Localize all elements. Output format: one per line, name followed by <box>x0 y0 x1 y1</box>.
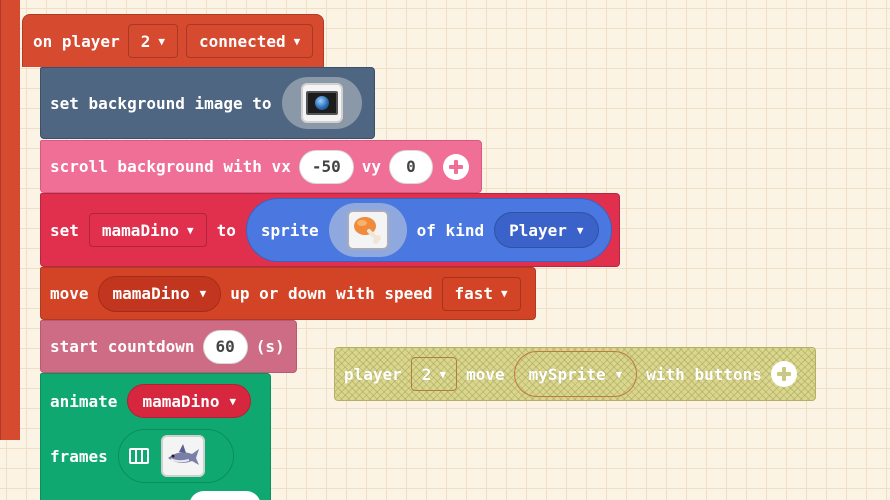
start-countdown-block[interactable]: start countdown 60 (s) <box>40 320 297 373</box>
caret-down-icon: ▼ <box>501 287 508 300</box>
caret-down-icon: ▼ <box>199 287 207 300</box>
move-with-buttons-block-disabled[interactable]: player 2 ▼ move mySprite ▼ with buttons <box>334 347 816 401</box>
on-player-connected-block[interactable]: on player 2 ▼ connected ▼ <box>22 14 324 67</box>
vy-input[interactable]: 0 <box>389 149 433 184</box>
event-block-arm <box>0 0 20 440</box>
start-countdown-label: start countdown <box>50 337 195 356</box>
animate-label: animate <box>50 391 118 411</box>
ghost-move-label: move <box>466 364 505 384</box>
seconds-unit-label: (s) <box>255 337 285 356</box>
sprite-variable-value: mamaDino <box>101 220 179 240</box>
caret-down-icon: ▼ <box>615 367 623 381</box>
ghost-player-value: 2 <box>421 364 432 384</box>
expand-plus-icon[interactable] <box>770 361 797 387</box>
ghost-sprite-dropdown[interactable]: mySprite ▼ <box>513 351 638 397</box>
set-background-label: set background image to <box>50 93 272 113</box>
create-sprite-expression[interactable]: sprite of kind Player ▼ <box>245 198 612 262</box>
film-strip-icon <box>128 448 149 464</box>
animate-variable-dropdown[interactable]: mamaDino ▼ <box>127 384 252 418</box>
speed-dropdown[interactable]: fast ▼ <box>441 276 521 311</box>
background-image-thumbnail <box>300 83 343 123</box>
caret-down-icon: ▼ <box>439 367 447 381</box>
frames-label: frames <box>50 446 108 466</box>
animate-row: animate mamaDino ▼ <box>50 374 252 428</box>
vy-label: vy <box>361 157 381 176</box>
caret-down-icon: ▼ <box>576 223 584 237</box>
with-buttons-label: with buttons <box>646 364 762 384</box>
frames-row: frames <box>50 429 234 483</box>
caret-down-icon: ▼ <box>158 34 165 48</box>
chicken-leg-icon <box>353 217 381 244</box>
animate-block[interactable]: animate mamaDino ▼ frames <box>40 373 271 500</box>
move-label: move <box>50 284 89 303</box>
vx-input[interactable]: -50 <box>298 149 354 184</box>
up-or-down-label: up or down with speed <box>230 284 433 303</box>
to-label: to <box>216 220 236 240</box>
sprite-kind-value: Player <box>509 220 567 240</box>
set-background-image-block[interactable]: set background image to <box>40 67 375 139</box>
animate-variable-value: mamaDino <box>142 391 220 411</box>
shark-icon <box>167 444 199 465</box>
of-kind-label: of kind <box>416 220 485 240</box>
sprite-variable-dropdown[interactable]: mamaDino ▼ <box>88 213 207 247</box>
frame-thumbnail <box>160 435 205 477</box>
scroll-background-label: scroll background with vx <box>50 157 291 176</box>
caret-down-icon: ▼ <box>293 34 301 48</box>
set-sprite-block[interactable]: set mamaDino ▼ to sprite of kind Player … <box>40 193 620 267</box>
ghost-sprite-value: mySprite <box>528 364 606 384</box>
caret-down-icon: ▼ <box>186 223 194 237</box>
sprite-image-picker[interactable] <box>328 203 407 257</box>
player-label: player <box>344 364 402 384</box>
sprite-label: sprite <box>260 220 319 240</box>
countdown-input[interactable]: 60 <box>202 329 248 364</box>
connection-state-dropdown[interactable]: connected ▼ <box>185 24 314 58</box>
speed-value: fast <box>454 284 494 303</box>
on-player-label: on player <box>33 31 120 51</box>
move-variable-dropdown[interactable]: mamaDino ▼ <box>97 275 222 312</box>
ghost-player-dropdown[interactable]: 2 ▼ <box>410 357 458 391</box>
player-number-dropdown[interactable]: 2 ▼ <box>127 24 178 58</box>
player-number-value: 2 <box>140 31 151 51</box>
duration-input[interactable] <box>189 491 261 500</box>
screen-globe-icon <box>305 91 338 115</box>
background-image-picker[interactable] <box>281 77 362 129</box>
frames-picker[interactable] <box>117 429 234 483</box>
scroll-background-block[interactable]: scroll background with vx -50 vy 0 <box>40 140 482 193</box>
expand-plus-icon[interactable] <box>443 153 469 180</box>
caret-down-icon: ▼ <box>229 394 237 408</box>
move-variable-value: mamaDino <box>112 284 190 303</box>
sprite-image-thumbnail <box>346 210 389 250</box>
sprite-kind-dropdown[interactable]: Player ▼ <box>494 212 599 248</box>
connection-state-value: connected <box>198 31 286 51</box>
set-label: set <box>50 220 79 240</box>
move-sprite-block[interactable]: move mamaDino ▼ up or down with speed fa… <box>40 267 536 320</box>
